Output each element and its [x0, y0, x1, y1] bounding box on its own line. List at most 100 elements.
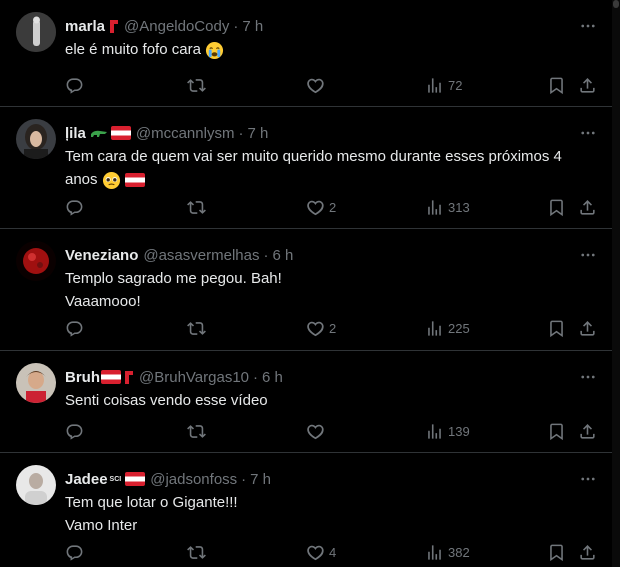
like-button[interactable]: 4 — [306, 542, 336, 562]
display-name[interactable]: Bruh — [65, 369, 100, 386]
tweet-text: ele é muito fofo cara — [65, 38, 600, 61]
avatar[interactable] — [16, 363, 56, 403]
retweet-button[interactable] — [187, 197, 210, 217]
name-suffix: SCI — [109, 475, 122, 483]
retweet-icon — [187, 545, 206, 559]
avatar[interactable] — [16, 241, 56, 281]
tweet[interactable]: ļila @mccannlysm · 7 h Tem cara de quem … — [0, 107, 612, 229]
timestamp[interactable]: 7 h — [242, 18, 263, 35]
tweet[interactable]: marla @AngeldoCody · 7 h ele é muito fof… — [0, 0, 612, 107]
share-button[interactable] — [578, 542, 597, 562]
tweet[interactable]: Jadee SCI @jadsonfoss · 7 h Tem que lota… — [0, 453, 612, 567]
display-name[interactable]: ļila — [65, 125, 86, 142]
heart-icon — [307, 200, 324, 215]
share-icon — [580, 199, 595, 215]
reply-icon — [66, 320, 83, 337]
views-button[interactable]: 72 — [425, 75, 462, 95]
views-button[interactable]: 139 — [425, 421, 470, 441]
more-options-icon[interactable] — [578, 123, 598, 143]
display-name[interactable]: marla — [65, 18, 105, 35]
separator-dot: · — [233, 17, 239, 35]
timestamp[interactable]: 7 h — [247, 125, 268, 142]
timestamp[interactable]: 7 h — [250, 471, 271, 488]
bookmark-button[interactable] — [547, 542, 566, 562]
tweet-text: Tem cara de quem vai ser muito querido m… — [65, 145, 600, 191]
tweet[interactable]: Veneziano @asasvermelhas · 6 h Templo sa… — [0, 229, 612, 351]
tweet-text-line: Templo sagrado me pegou. Bah! — [65, 270, 282, 287]
separator-dot: · — [263, 246, 269, 264]
views-chart-icon — [428, 320, 441, 336]
user-handle[interactable]: @asasvermelhas — [143, 247, 259, 264]
reply-button[interactable] — [65, 542, 88, 562]
badges — [90, 126, 131, 140]
more-options-icon[interactable] — [578, 367, 598, 387]
like-button[interactable] — [306, 75, 329, 95]
reply-button[interactable] — [65, 197, 88, 217]
tweet-header: Veneziano @asasvermelhas · 6 h — [65, 245, 588, 265]
more-options-icon[interactable] — [578, 16, 598, 36]
scrollbar-thumb[interactable] — [613, 0, 619, 8]
flag-icon — [110, 126, 131, 140]
user-handle[interactable]: @BruhVargas10 — [139, 369, 249, 386]
tweet-text-line: Vamo Inter — [65, 517, 138, 534]
avatar[interactable] — [16, 12, 56, 52]
bookmark-button[interactable] — [547, 318, 566, 338]
bookmark-icon — [550, 544, 563, 561]
like-button[interactable]: 2 — [306, 318, 336, 338]
bookmark-button[interactable] — [547, 421, 566, 441]
view-count: 382 — [448, 544, 470, 560]
timestamp[interactable]: 6 h — [262, 369, 283, 386]
display-name[interactable]: Jadee — [65, 471, 108, 488]
views-button[interactable]: 225 — [425, 318, 470, 338]
retweet-icon — [187, 424, 206, 438]
bookmark-button[interactable] — [547, 197, 566, 217]
reply-button[interactable] — [65, 318, 88, 338]
tweet-actions: 2 313 — [65, 197, 596, 217]
avatar[interactable] — [16, 119, 56, 159]
tweet-text-line: anos — [65, 171, 98, 188]
like-count: 2 — [329, 199, 337, 215]
bookmark-icon — [550, 199, 563, 216]
views-chart-icon — [428, 423, 441, 439]
reply-icon — [66, 544, 83, 561]
more-options-icon[interactable] — [578, 245, 598, 265]
user-handle[interactable]: @jadsonfoss — [150, 471, 237, 488]
display-name[interactable]: Veneziano — [65, 247, 138, 264]
view-count: 313 — [448, 199, 470, 215]
user-handle[interactable]: @AngeldoCody — [124, 18, 229, 35]
share-button[interactable] — [578, 75, 597, 95]
heart-icon — [307, 424, 324, 439]
tweet-header: marla @AngeldoCody · 7 h — [65, 16, 588, 36]
retweet-button[interactable] — [187, 318, 210, 338]
views-button[interactable]: 382 — [425, 542, 470, 562]
retweet-button[interactable] — [187, 542, 210, 562]
timestamp[interactable]: 6 h — [272, 247, 293, 264]
tweet-actions: 72 — [65, 75, 596, 95]
share-button[interactable] — [578, 197, 597, 217]
views-button[interactable]: 313 — [425, 197, 470, 217]
tweet[interactable]: Bruh @BruhVargas10 · 6 h Senti coisas ve… — [0, 351, 612, 453]
avatar[interactable] — [16, 465, 56, 505]
tweet-header: Bruh @BruhVargas10 · 6 h — [65, 367, 588, 387]
scrollbar[interactable] — [612, 0, 620, 567]
reply-icon — [66, 199, 83, 216]
tweet-text-line: Tem que lotar o Gigante!!! — [65, 494, 238, 511]
bookmark-button[interactable] — [547, 75, 566, 95]
retweet-button[interactable] — [187, 75, 210, 95]
reply-button[interactable] — [65, 75, 88, 95]
separator-dot: · — [238, 124, 244, 142]
tweet-text-line: ele é muito fofo cara — [65, 41, 201, 58]
share-button[interactable] — [578, 421, 597, 441]
flag-icon — [101, 370, 121, 384]
more-options-icon[interactable] — [578, 469, 598, 489]
separator-dot: · — [253, 368, 259, 386]
like-button[interactable] — [306, 421, 329, 441]
like-button[interactable]: 2 — [306, 197, 336, 217]
views-chart-icon — [428, 77, 441, 93]
retweet-button[interactable] — [187, 421, 210, 441]
reply-button[interactable] — [65, 421, 88, 441]
share-button[interactable] — [578, 318, 597, 338]
tweet-text-line: Senti coisas vendo esse vídeo — [65, 392, 268, 409]
user-handle[interactable]: @mccannlysm — [136, 125, 235, 142]
view-count: 72 — [448, 77, 463, 93]
